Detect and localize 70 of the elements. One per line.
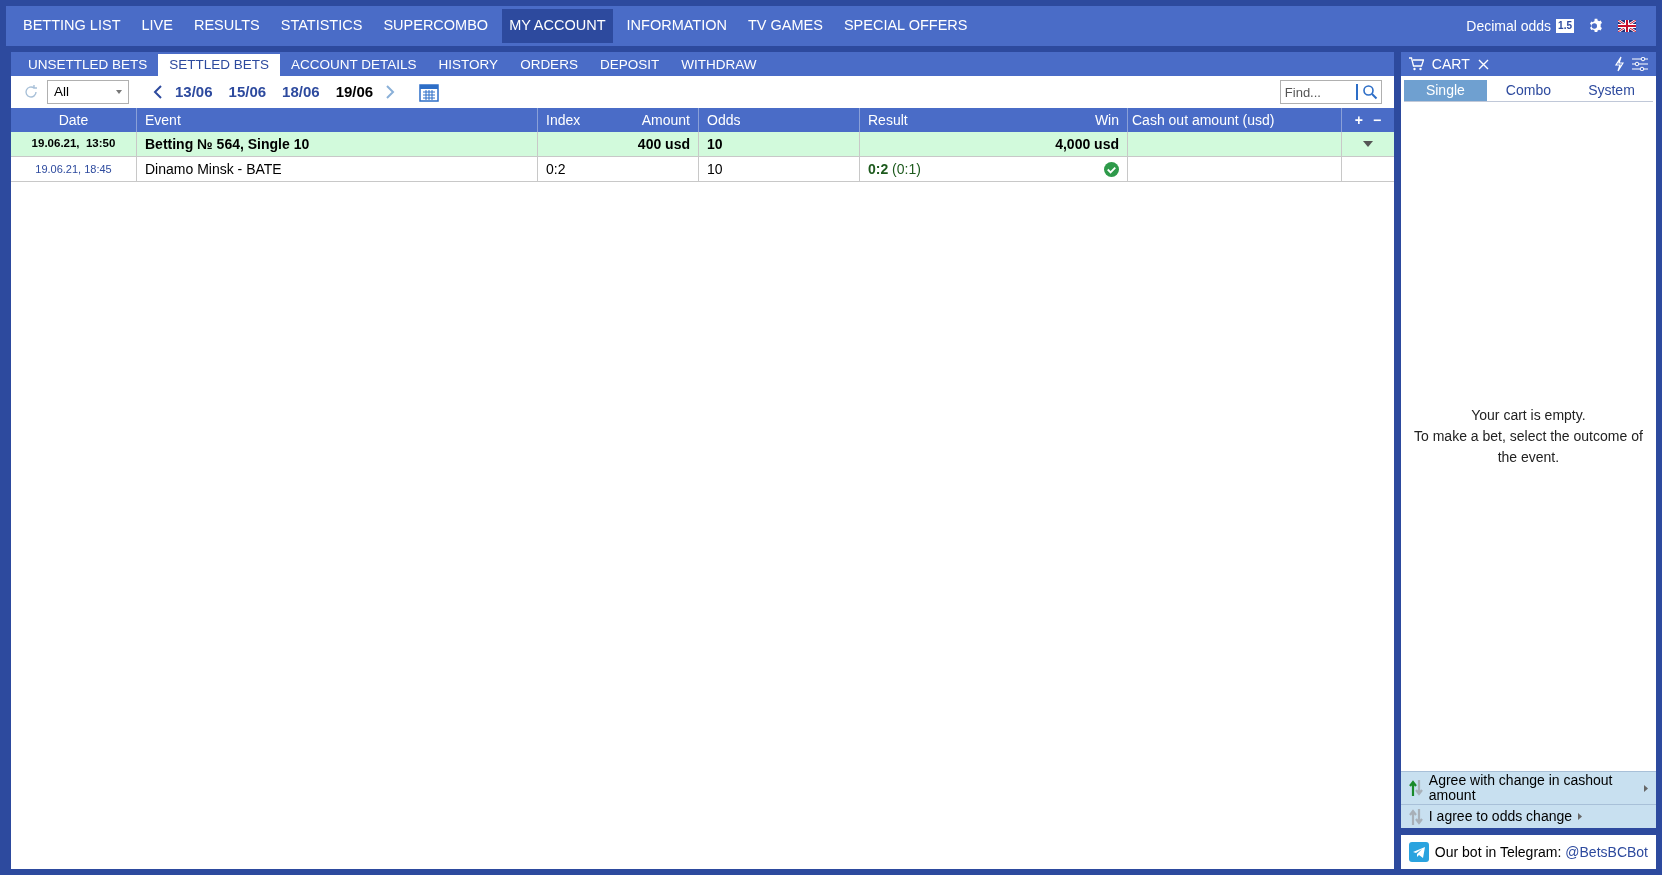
cart-tab[interactable]: Combo: [1486, 80, 1570, 101]
nav-tab[interactable]: LIVE: [134, 9, 180, 43]
cart-option[interactable]: I agree to odds change: [1400, 804, 1656, 828]
column-header: Event: [145, 110, 181, 130]
column-header: Cash out amount (usd): [1132, 110, 1275, 130]
nav-tab[interactable]: TV GAMES: [741, 9, 830, 43]
table-cell-text: 400 usd: [637, 134, 690, 154]
sub-tab[interactable]: HISTORY: [427, 54, 510, 76]
flag-icon[interactable]: [1618, 20, 1636, 32]
settings-icon[interactable]: [1588, 18, 1604, 34]
odds-badge: 1.5: [1556, 19, 1574, 33]
table-cell-text: 19.06.21, 13:50: [31, 136, 116, 152]
odds-format-label[interactable]: Decimal odds: [1466, 15, 1552, 37]
cart-tab[interactable]: System: [1569, 80, 1653, 101]
cart-icon: [1408, 57, 1424, 71]
sub-tab[interactable]: DEPOSIT: [588, 54, 671, 76]
nav-tab[interactable]: SPECIAL OFFERS: [836, 9, 975, 43]
caret-icon: [116, 90, 122, 94]
telegram-text: Our bot in Telegram: @BetsBCBot: [1434, 842, 1648, 862]
date-link[interactable]: 19/06: [331, 80, 378, 104]
cart-option[interactable]: Agree with change in cashout amount: [1400, 771, 1656, 804]
table-cell-text: 19.06.21, 18:45: [35, 161, 112, 177]
search-icon[interactable]: [1361, 84, 1378, 100]
filter-dropdown[interactable]: All: [47, 80, 129, 104]
sub-tab[interactable]: ORDERS: [509, 54, 589, 76]
collapse-all-button[interactable]: −: [1372, 109, 1382, 131]
lightning-icon[interactable]: [1614, 56, 1624, 72]
sub-tab[interactable]: UNSETTLED BETS: [17, 54, 159, 76]
table-cell-text: 0:2 (0:1): [868, 159, 921, 179]
column-header: Date: [58, 110, 89, 130]
table-cell-text: Dinamo Minsk - BATE: [145, 159, 282, 179]
close-icon[interactable]: [1477, 58, 1489, 70]
telegram-icon: [1408, 842, 1429, 862]
cart-title: CART: [1431, 54, 1470, 74]
table-cell-text: 0:2: [546, 159, 566, 179]
column-header: Odds: [707, 110, 741, 130]
sliders-icon[interactable]: [1632, 57, 1648, 71]
sub-tab[interactable]: ACCOUNT DETAILS: [280, 54, 428, 76]
nav-tab[interactable]: STATISTICS: [273, 9, 370, 43]
caret-icon: [1578, 813, 1583, 820]
table-cell-text: 10: [707, 159, 723, 179]
column-header: Amount: [641, 110, 690, 130]
telegram-link[interactable]: @BetsBCBot: [1565, 843, 1648, 860]
sub-tab[interactable]: WITHDRAW: [670, 54, 768, 76]
date-link[interactable]: 15/06: [224, 80, 271, 104]
search-field[interactable]: Find...: [1279, 80, 1382, 104]
chevron-left-icon[interactable]: [153, 84, 163, 100]
date-link[interactable]: 13/06: [171, 80, 217, 104]
column-header: Index: [546, 110, 581, 130]
table-cell-text: 4,000 usd: [1055, 134, 1119, 154]
calendar-icon[interactable]: [419, 82, 440, 102]
nav-tab[interactable]: RESULTS: [186, 9, 267, 43]
column-header: Win: [1094, 110, 1119, 130]
caret-icon[interactable]: [1362, 141, 1373, 147]
table-cell-text: Betting № 564, Single 10: [145, 134, 310, 154]
sub-tab[interactable]: SETTLED BETS: [158, 54, 281, 76]
up-down-arrows-icon: [1408, 779, 1423, 797]
nav-tab[interactable]: BETTING LIST: [16, 9, 128, 43]
empty-cart-message: Your cart is empty.: [1471, 406, 1586, 425]
up-down-arrows-icon: [1408, 807, 1423, 826]
column-header: Result: [868, 110, 908, 130]
table-cell-text: 10: [707, 134, 723, 154]
expand-all-button[interactable]: +: [1354, 109, 1363, 131]
cart-tab[interactable]: Single: [1403, 80, 1487, 101]
nav-tab[interactable]: SUPERCOMBO: [376, 9, 496, 43]
nav-tab[interactable]: MY ACCOUNT: [502, 9, 613, 43]
caret-icon: [1644, 784, 1648, 792]
empty-cart-message: To make a bet, select the outcome of the event.: [1413, 427, 1644, 467]
nav-tab[interactable]: INFORMATION: [619, 9, 734, 43]
date-link[interactable]: 18/06: [278, 80, 324, 104]
